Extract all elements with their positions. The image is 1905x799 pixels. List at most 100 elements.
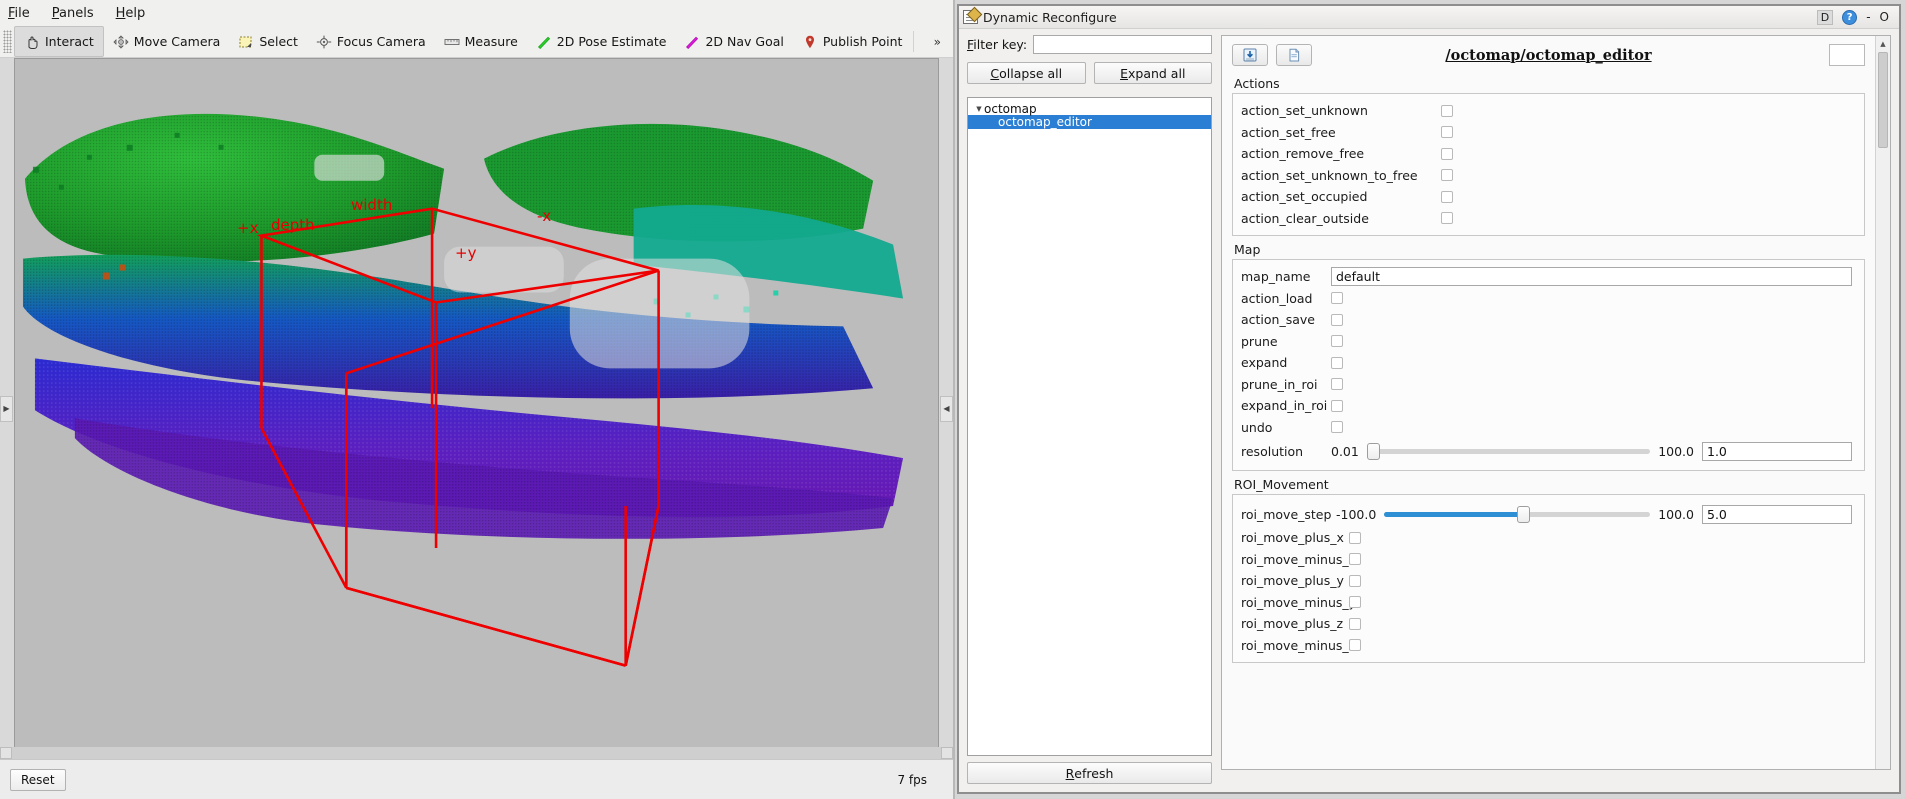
param-row: action_set_free (1233, 122, 1864, 144)
app-root: File Panels Help Interact Move Camera Se… (0, 0, 1905, 799)
dynrecfg-body: Filter key: Collapse all Expand all ▼ oc… (959, 29, 1899, 792)
tool-focus-camera[interactable]: Focus Camera (307, 26, 435, 57)
param-checkbox-roi-move-plus-x[interactable] (1349, 531, 1361, 544)
param-checkbox-roi-move-plus-y[interactable] (1349, 574, 1361, 587)
expand-all-button[interactable]: Expand all (1093, 62, 1212, 84)
param-row: expand (1233, 352, 1864, 374)
group-title-actions: Actions (1234, 76, 1280, 91)
tree-item-octomap-editor[interactable]: octomap_editor (968, 115, 1211, 129)
param-checkbox-prune-in-roi[interactable] (1331, 378, 1343, 391)
menu-item-panels[interactable]: Panels (52, 6, 94, 21)
detach-button[interactable]: D (1816, 9, 1834, 25)
node-tree[interactable]: ▼ octomap octomap_editor (967, 97, 1212, 756)
fps-counter: 7 fps (897, 772, 927, 787)
help-icon[interactable]: ? (1842, 9, 1858, 25)
param-checkbox-expand-in-roi[interactable] (1331, 399, 1343, 412)
toolbar-overflow-button[interactable]: » (926, 26, 949, 57)
param-checkbox-action-set-free[interactable] (1441, 126, 1453, 139)
tool-2d-pose-estimate[interactable]: 2D Pose Estimate (527, 26, 676, 57)
param-input-roi-move-step[interactable] (1702, 504, 1852, 524)
menu-item-help[interactable]: Help (116, 6, 146, 21)
slider-track[interactable] (1384, 505, 1651, 523)
param-row: action_set_unknown_to_free (1233, 165, 1864, 187)
param-checkbox-action-remove-free[interactable] (1441, 147, 1453, 160)
param-label: roi_move_minus_z (1241, 637, 1356, 653)
scroll-left-cap[interactable] (0, 747, 12, 759)
scroll-up-icon[interactable]: ▲ (1876, 36, 1890, 51)
rviz-3d-viewport[interactable]: +x depth width +y -x (14, 58, 939, 753)
filter-key-input[interactable] (1033, 35, 1212, 54)
nav-goal-arrow-icon (684, 35, 700, 49)
param-checkbox-undo[interactable] (1331, 421, 1343, 434)
tool-interact[interactable]: Interact (14, 26, 104, 57)
maximize-button[interactable]: O (1880, 10, 1889, 24)
tool-focus-camera-label: Focus Camera (336, 34, 426, 49)
label-minus-x: -x (537, 207, 552, 225)
tool-move-camera[interactable]: Move Camera (104, 26, 230, 57)
param-checkbox-action-save[interactable] (1331, 313, 1343, 326)
viewport-horizontal-scrollbar[interactable] (0, 747, 953, 759)
rviz-status-bar: Reset 7 fps (0, 759, 953, 799)
tool-select-label: Select (259, 34, 298, 49)
param-slider-resolution[interactable]: 0.01 100.0 (1331, 441, 1864, 461)
param-label: roi_move_plus_y (1241, 573, 1344, 589)
param-checkbox-action-set-occupied[interactable] (1441, 190, 1453, 203)
param-checkbox-roi-move-minus-z[interactable] (1349, 639, 1361, 652)
param-checkbox-action-load[interactable] (1331, 292, 1343, 305)
tool-measure[interactable]: Measure (435, 26, 527, 57)
label-depth: depth (271, 216, 315, 234)
rviz-toolbar: Interact Move Camera Select Focus Camera (0, 26, 953, 58)
param-checkbox-expand[interactable] (1331, 356, 1343, 369)
tool-2d-nav-goal-label: 2D Nav Goal (705, 34, 784, 49)
param-checkbox-roi-move-minus-y[interactable] (1349, 596, 1361, 609)
param-slider-roi-move-step[interactable]: -100.0 100.0 (1336, 504, 1864, 524)
node-path-title: /octomap/octomap_editor (1445, 46, 1652, 64)
chevron-down-icon[interactable]: ▼ (974, 105, 984, 113)
tool-move-camera-label: Move Camera (133, 34, 221, 49)
tool-select[interactable]: Select (229, 26, 307, 57)
param-row: action_set_occupied (1233, 186, 1864, 208)
param-checkbox-roi-move-minus-x[interactable] (1349, 553, 1361, 566)
measure-ruler-icon (444, 35, 460, 49)
refresh-button[interactable]: Refresh (967, 762, 1212, 784)
scroll-right-cap[interactable] (941, 747, 953, 759)
param-input-resolution[interactable] (1702, 441, 1852, 461)
tree-item-octomap[interactable]: ▼ octomap (968, 102, 1211, 116)
param-row: roi_move_plus_z (1233, 613, 1864, 635)
left-dock-expand-icon[interactable]: ▶ (0, 395, 13, 422)
tool-2d-nav-goal[interactable]: 2D Nav Goal (675, 26, 792, 57)
slider-knob[interactable] (1366, 442, 1380, 460)
collapse-all-button[interactable]: Collapse all (967, 62, 1086, 84)
group-box-actions: action_set_unknown action_set_free actio… (1232, 93, 1865, 236)
param-row: resolution 0.01 100.0 (1233, 438, 1864, 464)
param-checkbox-prune[interactable] (1331, 335, 1343, 348)
slider-knob[interactable] (1517, 505, 1531, 523)
dynrecfg-title-bar[interactable]: Dynamic Reconfigure D ? - O (959, 6, 1899, 29)
param-checkbox-action-clear-outside[interactable] (1441, 212, 1453, 225)
param-row: roi_move_minus_z (1233, 635, 1864, 657)
menu-item-file[interactable]: File (8, 6, 30, 21)
toolbar-drag-handle[interactable] (3, 30, 12, 53)
pose-arrow-icon (536, 35, 552, 49)
param-label: expand (1241, 355, 1288, 371)
param-checkbox-action-set-unknown[interactable] (1441, 104, 1453, 117)
slider-track[interactable] (1366, 442, 1651, 460)
scrollbar-thumb[interactable] (1878, 52, 1888, 148)
notepad-icon (963, 10, 978, 24)
param-label: expand_in_roi (1241, 398, 1328, 414)
param-row: roi_move_minus_x (1233, 549, 1864, 571)
param-checkbox-roi-move-plus-z[interactable] (1349, 617, 1361, 630)
param-label: roi_move_plus_x (1241, 530, 1344, 546)
minimize-button[interactable]: - (1866, 10, 1870, 24)
tool-publish-point[interactable]: Publish Point (793, 26, 912, 57)
param-row: map_name (1233, 266, 1864, 288)
param-input-map-name[interactable] (1331, 267, 1852, 287)
param-checkbox-action-set-unknown-to-free[interactable] (1441, 169, 1453, 182)
reset-button[interactable]: Reset (10, 768, 66, 791)
right-dock-expand-icon[interactable]: ◀ (940, 395, 953, 422)
param-label: roi_move_plus_z (1241, 616, 1344, 632)
param-label: roi_move_minus_y (1241, 594, 1357, 610)
slider-min-label: -100.0 (1336, 506, 1377, 522)
param-label: undo (1241, 419, 1273, 435)
parameter-vertical-scrollbar[interactable]: ▲ (1875, 36, 1890, 769)
